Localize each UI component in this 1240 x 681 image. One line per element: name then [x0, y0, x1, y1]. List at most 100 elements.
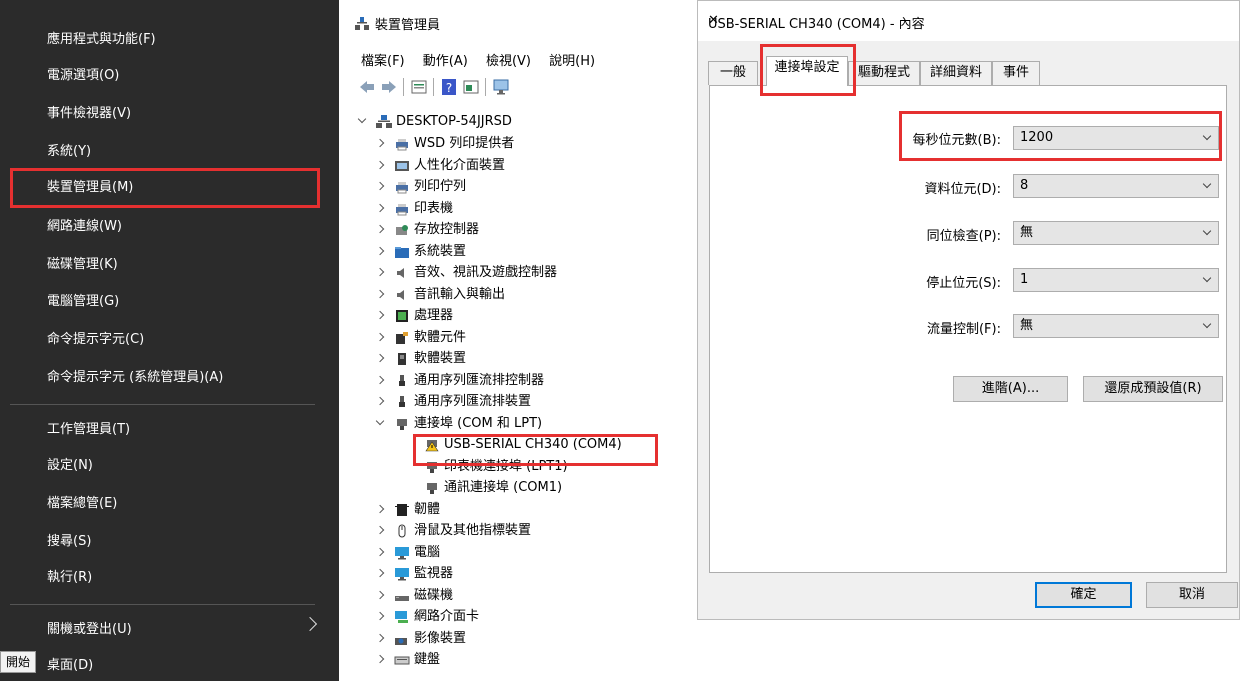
- menu-item-computer-management[interactable]: 電腦管理(G): [47, 292, 119, 312]
- menu-item-event-viewer[interactable]: 事件檢視器(V): [47, 104, 131, 124]
- chevron-right-icon[interactable]: [375, 375, 385, 384]
- chevron-right-icon[interactable]: [375, 611, 385, 621]
- tab-details[interactable]: 詳細資料: [920, 61, 992, 85]
- menu-item-search[interactable]: 搜尋(S): [47, 532, 91, 552]
- cancel-button[interactable]: 取消: [1146, 582, 1238, 608]
- tree-item-label: WSD 列印提供者: [414, 136, 515, 151]
- ok-button[interactable]: 確定: [1035, 582, 1132, 608]
- menu-item-apps-features[interactable]: 應用程式與功能(F): [47, 30, 156, 50]
- tree-item-label: 連接埠 (COM 和 LPT): [414, 415, 543, 431]
- chevron-right-icon[interactable]: [375, 289, 385, 298]
- chevron-down-icon[interactable]: [375, 416, 385, 425]
- menu-item-power-options[interactable]: 電源選項(O): [47, 66, 119, 86]
- chevron-down-icon: [1202, 226, 1212, 236]
- chevron-right-icon[interactable]: [375, 590, 385, 599]
- mouse-icon: [398, 524, 406, 538]
- port-settings-tab-highlight: [760, 44, 856, 96]
- back-arrow-icon[interactable]: [358, 78, 376, 96]
- printer-icon: [396, 182, 408, 194]
- data-bits-value: 8: [1020, 178, 1029, 193]
- network-icon: [395, 611, 408, 623]
- scan-hardware-icon[interactable]: [492, 78, 510, 96]
- menu-separator: [10, 404, 315, 405]
- monitor-icon: [395, 546, 409, 559]
- menu-item-command-prompt-admin[interactable]: 命令提示字元 (系統管理員)(A): [47, 368, 223, 388]
- tab-general[interactable]: 一般: [708, 61, 758, 85]
- menu-item-network-connections[interactable]: 網路連線(W): [47, 217, 122, 237]
- menu-item-settings[interactable]: 設定(N): [47, 456, 93, 476]
- menu-bar: 檔案(F) 動作(A) 檢視(V) 說明(H): [361, 50, 609, 69]
- menu-file[interactable]: 檔案(F): [361, 54, 405, 69]
- parity-label: 同位檢查(P):: [926, 229, 1001, 244]
- toolbar-separator: [403, 78, 404, 96]
- menu-item-desktop[interactable]: 桌面(D): [47, 656, 93, 676]
- menu-item-system[interactable]: 系統(Y): [47, 142, 91, 162]
- menu-item-shutdown-signout[interactable]: 關機或登出(U): [47, 620, 132, 640]
- chevron-right-icon[interactable]: [375, 504, 385, 513]
- tab-driver[interactable]: 驅動程式: [848, 61, 920, 85]
- bits-per-second-highlight: [899, 111, 1222, 161]
- printer-icon: [396, 203, 408, 215]
- ch340-highlight: [413, 434, 658, 466]
- tree-item-label: 人性化介面裝置: [414, 157, 506, 173]
- chevron-right-icon[interactable]: [375, 181, 385, 191]
- winx-menu: 應用程式與功能(F) 電源選項(O) 事件檢視器(V) 系統(Y) 裝置管理員(…: [0, 0, 339, 681]
- menu-help[interactable]: 說明(H): [549, 54, 595, 69]
- tree-item-label: 通用序列匯流排裝置: [414, 394, 532, 409]
- chevron-right-icon[interactable]: [375, 547, 385, 556]
- flow-control-value: 無: [1020, 318, 1034, 333]
- chevron-right-icon[interactable]: [375, 246, 385, 255]
- view-icon[interactable]: [462, 78, 480, 96]
- chevron-right-icon[interactable]: [375, 160, 385, 169]
- tree-item-label: 軟體元件: [414, 329, 467, 345]
- tab-events[interactable]: 事件: [992, 61, 1040, 85]
- window-title-text: 裝置管理員: [375, 18, 441, 33]
- flow-control-select[interactable]: 無: [1013, 314, 1219, 338]
- menu-item-task-manager[interactable]: 工作管理員(T): [47, 420, 130, 440]
- help-icon[interactable]: ?: [440, 78, 458, 96]
- tree-item-label: 印表機: [414, 200, 454, 216]
- chevron-right-icon[interactable]: [375, 138, 385, 148]
- tree-item-label: 磁碟機: [414, 587, 454, 603]
- tree-item-label: 韌體: [414, 501, 441, 517]
- component-icon: [396, 331, 408, 344]
- chevron-down-icon[interactable]: [357, 114, 367, 124]
- chevron-right-icon[interactable]: [375, 525, 385, 535]
- chevron-right-icon[interactable]: [375, 267, 385, 277]
- menu-item-file-explorer[interactable]: 檔案總管(E): [47, 494, 117, 514]
- flow-control-label: 流量控制(F):: [926, 322, 1001, 337]
- menu-view[interactable]: 檢視(V): [486, 54, 531, 69]
- tree-item-label: 列印佇列: [414, 179, 467, 194]
- menu-action[interactable]: 動作(A): [423, 54, 468, 69]
- chevron-right-icon[interactable]: [375, 353, 385, 363]
- tree-item-label: 監視器: [414, 566, 454, 581]
- chevron-right-icon: [302, 616, 318, 632]
- properties-icon[interactable]: [410, 78, 428, 96]
- stop-bits-select[interactable]: 1: [1013, 268, 1219, 292]
- data-bits-select[interactable]: 8: [1013, 174, 1219, 198]
- stop-bits-label: 停止位元(S):: [926, 276, 1001, 291]
- chevron-right-icon[interactable]: [375, 396, 385, 406]
- chevron-right-icon[interactable]: [375, 310, 385, 320]
- tree-item-label: 存放控制器: [414, 222, 480, 237]
- menu-item-disk-management[interactable]: 磁碟管理(K): [47, 255, 118, 275]
- chevron-right-icon[interactable]: [375, 568, 385, 578]
- port-settings-panel: 每秒位元數(B): 1200 資料位元(D): 8 同位檢查(P): 無 停止位…: [709, 85, 1227, 573]
- tree-item-label: 影像裝置: [414, 630, 467, 646]
- chevron-right-icon[interactable]: [375, 224, 385, 234]
- menu-item-run[interactable]: 執行(R): [47, 568, 92, 588]
- advanced-button[interactable]: 進階(A)...: [953, 376, 1068, 402]
- camera-icon: [395, 637, 407, 645]
- forward-arrow-icon[interactable]: [380, 78, 398, 96]
- tree-item-label: 軟體裝置: [414, 351, 467, 366]
- chevron-right-icon[interactable]: [375, 654, 385, 664]
- chevron-right-icon[interactable]: [375, 203, 385, 212]
- tree-item-label: 通用序列匯流排控制器: [414, 372, 545, 388]
- menu-item-command-prompt[interactable]: 命令提示字元(C): [47, 330, 144, 350]
- restore-defaults-button[interactable]: 還原成預設值(R): [1083, 376, 1223, 402]
- chevron-right-icon[interactable]: [375, 332, 385, 341]
- chevron-right-icon[interactable]: [375, 633, 385, 642]
- parity-select[interactable]: 無: [1013, 221, 1219, 245]
- close-icon[interactable]: ✕: [708, 13, 1237, 28]
- keyboard-icon: [394, 656, 410, 665]
